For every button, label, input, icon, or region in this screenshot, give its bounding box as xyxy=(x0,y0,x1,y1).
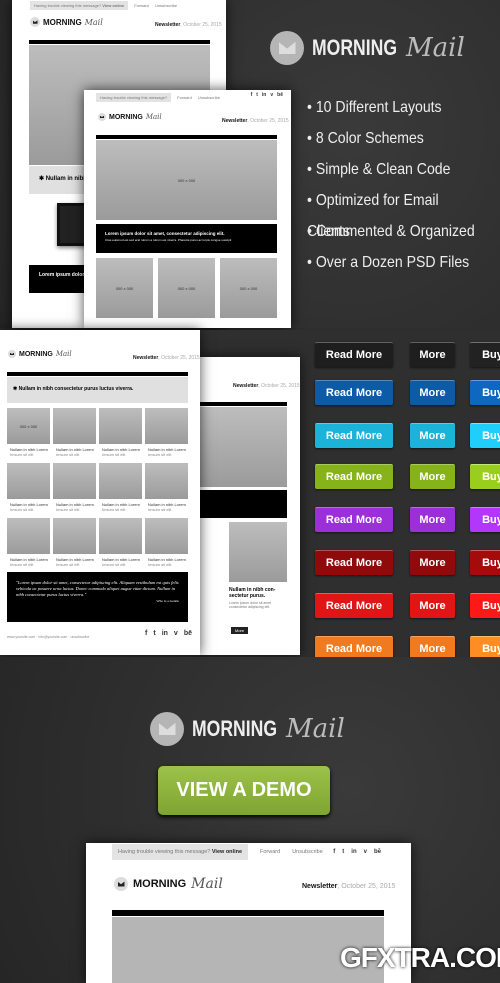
buy-button[interactable]: Buy xyxy=(470,342,500,367)
feature-item: • 10 Different Layouts xyxy=(307,99,442,116)
item-image: 000 x 000 xyxy=(96,258,153,318)
header-bar xyxy=(29,40,210,44)
read-more-button[interactable]: Read More xyxy=(315,423,393,448)
buy-button[interactable]: Buy xyxy=(470,380,500,405)
watermark-logo: GFXTRA.COM xyxy=(340,942,500,973)
grid-caption: Nullam in nibh Lorem Imsum sit elit xyxy=(148,502,186,512)
more-button[interactable]: More xyxy=(410,342,455,367)
footer-links[interactable]: www.yoursite.com · info@yoursite.com · u… xyxy=(7,635,89,639)
brand-logo: MORNING Mail xyxy=(270,31,465,65)
buy-button[interactable]: Buy xyxy=(470,423,500,448)
hero-image-placeholder: 000 x 000 xyxy=(96,140,277,220)
email-preview-front: Having trouble viewing this message? For… xyxy=(84,90,291,328)
demo-section: MORNING Mail VIEW A DEMO Having trouble … xyxy=(0,657,500,983)
buy-button[interactable]: Buy xyxy=(470,464,500,489)
unsubscribe-link[interactable]: Unsubscribe xyxy=(292,849,323,855)
envelope-icon xyxy=(150,712,184,746)
grid-image xyxy=(7,518,50,554)
grid-caption: Nullam in nibh Lorem Imsum sit elit xyxy=(148,447,186,457)
grid-caption: Nullam in nibh Lorem Imsum sit elit xyxy=(10,557,48,567)
more-button[interactable]: More xyxy=(410,380,455,405)
header-bar xyxy=(96,135,277,139)
grid-image xyxy=(145,518,188,554)
read-more-button[interactable]: Read More xyxy=(315,550,393,575)
grid-image xyxy=(145,408,188,444)
grid-image xyxy=(7,463,50,499)
envelope-icon xyxy=(270,31,304,65)
grid-caption: Nullam in nibh Lorem Imsum sit elit xyxy=(102,557,140,567)
unsubscribe-link[interactable]: Unsubscribe xyxy=(155,3,177,8)
feature-item: • Simple & Clean Code xyxy=(307,161,451,178)
grid-caption: Nullam in nibh Lorem Imsum sit elit xyxy=(10,447,48,457)
read-more-button[interactable]: Read More xyxy=(315,507,393,532)
grid-caption: Nullam in nibh Lorem Imsum sit elit xyxy=(56,502,94,512)
brand-logo: MORNING Mail xyxy=(150,712,345,746)
read-more-button[interactable]: Read More xyxy=(315,380,393,405)
grid-image xyxy=(53,518,96,554)
forward-link[interactable]: Forward xyxy=(177,95,192,100)
grid-image: 000 x 000 xyxy=(7,408,50,444)
grid-caption: Nullam in nibh Lorem Imsum sit elit xyxy=(148,557,186,567)
grid-caption: Nullam in nibh Lorem Imsum sit elit xyxy=(56,557,94,567)
unsubscribe-link[interactable]: Unsubscribe xyxy=(198,95,220,100)
grid-image xyxy=(99,408,142,444)
more-button[interactable]: More xyxy=(410,507,455,532)
headline-band: ✱ Nullam in nibh consectetur purus luctu… xyxy=(7,377,188,403)
more-button[interactable]: More xyxy=(410,593,455,618)
grid-caption: Nullam in nibh Lorem Imsum sit elit xyxy=(102,502,140,512)
view-online-link[interactable]: View online xyxy=(102,3,124,8)
read-more-button[interactable]: Read More xyxy=(315,464,393,489)
newsletter-label: Newsletter, October 25, 2015 xyxy=(302,883,396,890)
buy-button[interactable]: Buy xyxy=(470,507,500,532)
email-preview-middle: Newsletter, October 25, 2015 Nullam in n… xyxy=(195,357,300,655)
email-logo: MORNING Mail xyxy=(30,17,103,27)
templates-section: Newsletter, October 25, 2015 Nullam in n… xyxy=(0,330,500,661)
forward-link[interactable]: Forward xyxy=(134,3,149,8)
quote-block: "Lorem ipsum dolor sit amet, consectetur… xyxy=(7,572,188,622)
social-icons: f t in v bē xyxy=(145,630,192,637)
hero-section: Having trouble viewing this message? Vie… xyxy=(0,0,500,328)
grid-caption: Nullam in nibh Lorem Imsum sit elit xyxy=(10,502,48,512)
view-online-link[interactable]: View online xyxy=(212,849,242,855)
lorem-band: Lorem ipsum dolor sit amet, consectetur … xyxy=(96,224,277,253)
feature-list: • 10 Different Layouts • 8 Color Schemes •… xyxy=(307,92,477,278)
grid-image xyxy=(53,408,96,444)
more-button[interactable]: More xyxy=(231,627,249,634)
envelope-icon xyxy=(98,113,106,121)
grid-image xyxy=(99,463,142,499)
grid-image xyxy=(53,463,96,499)
tablet-image xyxy=(57,203,87,246)
feature-item: • Over a Dozen PSD Files xyxy=(307,254,470,271)
feature-item: • Commented & Organized xyxy=(307,223,475,240)
view-demo-button[interactable]: VIEW A DEMO xyxy=(158,766,330,815)
item-image: 000 x 000 xyxy=(158,258,215,318)
envelope-icon xyxy=(8,350,16,358)
grid-caption: Nullam in nibh Lorem Imsum sit elit xyxy=(102,447,140,457)
newsletter-label: Newsletter, October 25, 2015 xyxy=(155,22,222,28)
more-button[interactable]: More xyxy=(410,464,455,489)
social-icons: f t in v bē xyxy=(333,849,381,855)
buy-button[interactable]: Buy xyxy=(470,593,500,618)
more-button[interactable]: More xyxy=(410,550,455,575)
grid-caption: Nullam in nibh Lorem Imsum sit elit xyxy=(56,447,94,457)
feature-item: • 8 Color Schemes xyxy=(307,130,424,147)
newsletter-label: Newsletter, October 25, 2015 xyxy=(222,118,289,124)
feature-item: • Optimized for Email Clients xyxy=(307,192,439,240)
email-topbar: Having trouble viewing this message? Vie… xyxy=(30,0,177,10)
email-preview-grid: MORNING Mail Newsletter, October 25, 2015… xyxy=(0,330,200,655)
social-icons: f t in v bē xyxy=(250,92,283,98)
read-more-button[interactable]: Read More xyxy=(315,593,393,618)
email-logo: MORNING Mail xyxy=(98,113,162,121)
read-more-button[interactable]: Read More xyxy=(315,342,393,367)
grid-image xyxy=(99,518,142,554)
item-image: 000 x 000 xyxy=(220,258,277,318)
grid-image xyxy=(145,463,188,499)
envelope-icon xyxy=(30,17,40,27)
buy-button[interactable]: Buy xyxy=(470,550,500,575)
more-button[interactable]: More xyxy=(410,423,455,448)
email-logo: MORNING Mail xyxy=(114,876,223,892)
forward-link[interactable]: Forward xyxy=(260,849,280,855)
envelope-icon xyxy=(114,877,128,891)
